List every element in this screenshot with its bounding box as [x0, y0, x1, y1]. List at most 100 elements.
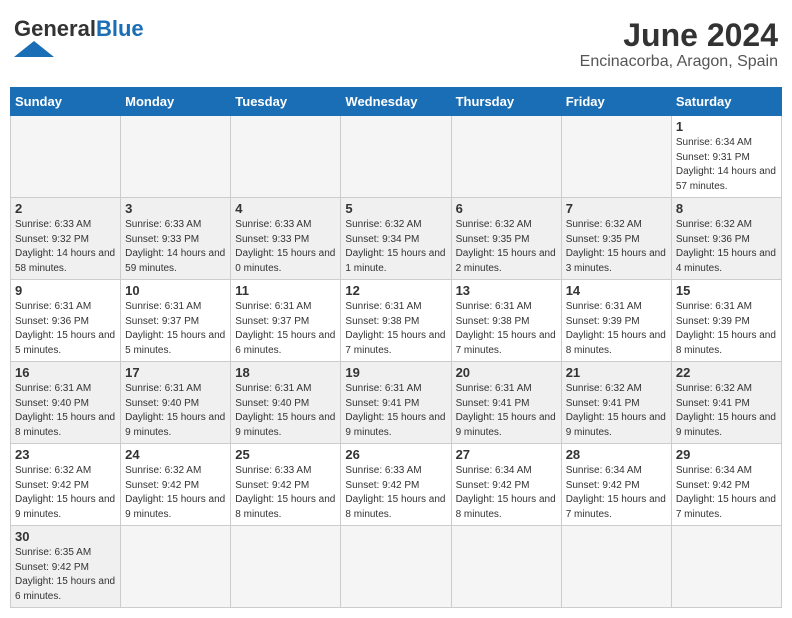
day-number: 26: [345, 447, 446, 462]
day-info: Sunrise: 6:31 AM Sunset: 9:37 PM Dayligh…: [235, 300, 336, 358]
day-number: 19: [345, 365, 446, 380]
calendar-day-cell: 5 Sunrise: 6:32 AM Sunset: 9:34 PM Daylig…: [341, 198, 451, 280]
calendar-day-cell: 28 Sunrise: 6:34 AM Sunset: 9:42 PM Dayli…: [561, 444, 671, 526]
calendar-day-cell: 29 Sunrise: 6:34 AM Sunset: 9:42 PM Dayli…: [671, 444, 781, 526]
day-info: Sunrise: 6:31 AM Sunset: 9:41 PM Dayligh…: [456, 382, 557, 440]
calendar-day-cell: [561, 526, 671, 608]
calendar-day-cell: [561, 116, 671, 198]
logo-triangle-icon: [14, 41, 54, 57]
day-of-week-header: Monday: [121, 88, 231, 116]
calendar-day-cell: 4 Sunrise: 6:33 AM Sunset: 9:33 PM Daylig…: [231, 198, 341, 280]
calendar-day-cell: 19 Sunrise: 6:31 AM Sunset: 9:41 PM Dayli…: [341, 362, 451, 444]
day-number: 16: [15, 365, 116, 380]
calendar-day-cell: [231, 526, 341, 608]
day-info: Sunrise: 6:31 AM Sunset: 9:38 PM Dayligh…: [456, 300, 557, 358]
day-info: Sunrise: 6:33 AM Sunset: 9:42 PM Dayligh…: [345, 464, 446, 522]
day-number: 3: [125, 201, 226, 216]
calendar-header-row: SundayMondayTuesdayWednesdayThursdayFrid…: [11, 88, 782, 116]
logo-blue: Blue: [96, 18, 144, 40]
day-info: Sunrise: 6:32 AM Sunset: 9:35 PM Dayligh…: [456, 218, 557, 276]
calendar-day-cell: 2Sunrise: 6:33 AM Sunset: 9:32 PM Daylig…: [11, 198, 121, 280]
calendar-day-cell: 3 Sunrise: 6:33 AM Sunset: 9:33 PM Daylig…: [121, 198, 231, 280]
calendar-day-cell: 24Sunrise: 6:32 AM Sunset: 9:42 PM Dayli…: [121, 444, 231, 526]
calendar-day-cell: 27 Sunrise: 6:34 AM Sunset: 9:42 PM Dayli…: [451, 444, 561, 526]
day-number: 4: [235, 201, 336, 216]
day-number: 28: [566, 447, 667, 462]
day-info: Sunrise: 6:35 AM Sunset: 9:42 PM Dayligh…: [15, 546, 116, 604]
day-of-week-header: Wednesday: [341, 88, 451, 116]
calendar-day-cell: 26 Sunrise: 6:33 AM Sunset: 9:42 PM Dayli…: [341, 444, 451, 526]
day-info: Sunrise: 6:32 AM Sunset: 9:41 PM Dayligh…: [566, 382, 667, 440]
day-number: 17: [125, 365, 226, 380]
calendar-week-row: 23 Sunrise: 6:32 AM Sunset: 9:42 PM Dayli…: [11, 444, 782, 526]
day-number: 23: [15, 447, 116, 462]
day-number: 30: [15, 529, 116, 544]
day-number: 2: [15, 201, 116, 216]
calendar-day-cell: [451, 526, 561, 608]
calendar-day-cell: 11Sunrise: 6:31 AM Sunset: 9:37 PM Dayli…: [231, 280, 341, 362]
calendar-day-cell: 20 Sunrise: 6:31 AM Sunset: 9:41 PM Dayli…: [451, 362, 561, 444]
day-number: 5: [345, 201, 446, 216]
day-number: 25: [235, 447, 336, 462]
calendar-day-cell: [671, 526, 781, 608]
day-number: 9: [15, 283, 116, 298]
day-info: Sunrise: 6:31 AM Sunset: 9:40 PM Dayligh…: [235, 382, 336, 440]
day-number: 7: [566, 201, 667, 216]
day-info: Sunrise: 6:32 AM Sunset: 9:41 PM Dayligh…: [676, 382, 777, 440]
calendar-day-cell: [11, 116, 121, 198]
calendar-week-row: 16 Sunrise: 6:31 AM Sunset: 9:40 PM Dayli…: [11, 362, 782, 444]
calendar-day-cell: 22Sunrise: 6:32 AM Sunset: 9:41 PM Dayli…: [671, 362, 781, 444]
calendar-week-row: 1Sunrise: 6:34 AM Sunset: 9:31 PM Daylig…: [11, 116, 782, 198]
day-of-week-header: Friday: [561, 88, 671, 116]
calendar-day-cell: 12Sunrise: 6:31 AM Sunset: 9:38 PM Dayli…: [341, 280, 451, 362]
calendar-day-cell: 18 Sunrise: 6:31 AM Sunset: 9:40 PM Dayli…: [231, 362, 341, 444]
day-of-week-header: Saturday: [671, 88, 781, 116]
header: General Blue June 2024 Encinacorba, Arag…: [10, 10, 782, 79]
calendar-table: SundayMondayTuesdayWednesdayThursdayFrid…: [10, 87, 782, 608]
day-number: 14: [566, 283, 667, 298]
calendar-day-cell: 17Sunrise: 6:31 AM Sunset: 9:40 PM Dayli…: [121, 362, 231, 444]
day-number: 1: [676, 119, 777, 134]
day-info: Sunrise: 6:34 AM Sunset: 9:42 PM Dayligh…: [566, 464, 667, 522]
calendar-day-cell: 25Sunrise: 6:33 AM Sunset: 9:42 PM Dayli…: [231, 444, 341, 526]
day-info: Sunrise: 6:31 AM Sunset: 9:37 PM Dayligh…: [125, 300, 226, 358]
day-info: Sunrise: 6:34 AM Sunset: 9:42 PM Dayligh…: [456, 464, 557, 522]
day-of-week-header: Sunday: [11, 88, 121, 116]
calendar-day-cell: [121, 526, 231, 608]
day-info: Sunrise: 6:32 AM Sunset: 9:34 PM Dayligh…: [345, 218, 446, 276]
calendar-day-cell: 23Sunrise: 6:32 AM Sunset: 9:42 PM Dayli…: [11, 444, 121, 526]
day-number: 21: [566, 365, 667, 380]
day-number: 15: [676, 283, 777, 298]
calendar-week-row: 9Sunrise: 6:31 AM Sunset: 9:36 PM Daylig…: [11, 280, 782, 362]
day-number: 27: [456, 447, 557, 462]
day-info: Sunrise: 6:31 AM Sunset: 9:40 PM Dayligh…: [15, 382, 116, 440]
calendar-day-cell: 21 Sunrise: 6:32 AM Sunset: 9:41 PM Dayli…: [561, 362, 671, 444]
day-number: 13: [456, 283, 557, 298]
day-info: Sunrise: 6:31 AM Sunset: 9:38 PM Dayligh…: [345, 300, 446, 358]
day-info: Sunrise: 6:32 AM Sunset: 9:42 PM Dayligh…: [125, 464, 226, 522]
calendar-day-cell: 7 Sunrise: 6:32 AM Sunset: 9:35 PM Daylig…: [561, 198, 671, 280]
calendar-day-cell: 30 Sunrise: 6:35 AM Sunset: 9:42 PM Dayli…: [11, 526, 121, 608]
day-info: Sunrise: 6:32 AM Sunset: 9:35 PM Dayligh…: [566, 218, 667, 276]
day-number: 18: [235, 365, 336, 380]
day-info: Sunrise: 6:33 AM Sunset: 9:33 PM Dayligh…: [125, 218, 226, 276]
calendar-day-cell: 16 Sunrise: 6:31 AM Sunset: 9:40 PM Dayli…: [11, 362, 121, 444]
calendar-week-row: 2Sunrise: 6:33 AM Sunset: 9:32 PM Daylig…: [11, 198, 782, 280]
day-info: Sunrise: 6:33 AM Sunset: 9:33 PM Dayligh…: [235, 218, 336, 276]
calendar-day-cell: 8Sunrise: 6:32 AM Sunset: 9:36 PM Daylig…: [671, 198, 781, 280]
day-number: 8: [676, 201, 777, 216]
calendar-day-cell: 6 Sunrise: 6:32 AM Sunset: 9:35 PM Daylig…: [451, 198, 561, 280]
day-number: 10: [125, 283, 226, 298]
day-info: Sunrise: 6:31 AM Sunset: 9:41 PM Dayligh…: [345, 382, 446, 440]
day-number: 6: [456, 201, 557, 216]
calendar-day-cell: [231, 116, 341, 198]
calendar-day-cell: [451, 116, 561, 198]
day-of-week-header: Tuesday: [231, 88, 341, 116]
day-of-week-header: Thursday: [451, 88, 561, 116]
day-number: 29: [676, 447, 777, 462]
logo-general: General: [14, 18, 96, 40]
month-title: June 2024: [580, 18, 778, 53]
day-number: 20: [456, 365, 557, 380]
calendar-day-cell: 1Sunrise: 6:34 AM Sunset: 9:31 PM Daylig…: [671, 116, 781, 198]
day-info: Sunrise: 6:34 AM Sunset: 9:42 PM Dayligh…: [676, 464, 777, 522]
